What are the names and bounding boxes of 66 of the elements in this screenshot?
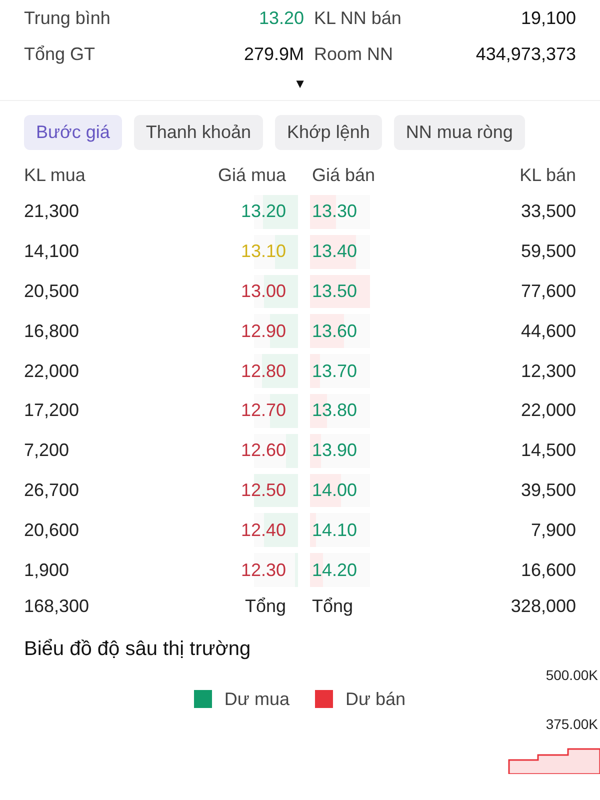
table-cell-text: 7,900: [530, 520, 576, 541]
stat-value: 19,100: [520, 8, 576, 28]
table-cell-text: 12.30: [240, 560, 286, 581]
table-cell-text: 12.60: [240, 440, 286, 462]
stat-value: 279.9M: [242, 44, 304, 64]
table-cell-text: 77,600: [520, 280, 576, 302]
table-cell-text: 22,000: [24, 360, 80, 382]
table-cell-text: 12.40: [240, 520, 286, 541]
table-cell-text: 22,000: [520, 400, 576, 422]
tab[interactable]: Bước giá: [24, 115, 122, 150]
chart-title: Biểu đồ độ sâu thị trường: [23, 636, 252, 661]
column-header: KL bán: [518, 164, 576, 186]
axis-label: 375.00K: [546, 716, 599, 732]
table-cell-text: 14.00: [311, 480, 358, 501]
expand-toggle[interactable]: ▼: [294, 76, 306, 90]
table-cell-text: 7,200: [24, 440, 70, 462]
table-cell-text: 26,700: [24, 480, 80, 501]
tab[interactable]: Thanh khoản: [134, 115, 263, 150]
stat-label: Trung bình: [24, 8, 112, 28]
axis-label: 500.00K: [546, 666, 599, 683]
tab[interactable]: NN mua ròng: [394, 115, 525, 150]
stat-label: KL NN bán: [313, 8, 402, 28]
tab[interactable]: Khớp lệnh: [274, 115, 382, 150]
table-cell-text: 21,300: [24, 201, 80, 222]
table-cell-text: 33,500: [520, 201, 576, 222]
table-cell-text: 14,500: [520, 440, 576, 462]
table-cell-text: 13.40: [311, 241, 358, 262]
table-cell-text: 20,600: [24, 520, 80, 541]
legend-label: Dư bán: [345, 688, 406, 710]
table-cell-text: 20,500: [24, 280, 80, 302]
table-cell-text: 13.20: [240, 201, 286, 222]
table-cell-text: 14,100: [24, 241, 80, 262]
total-label: Tổng: [311, 596, 354, 618]
stat-label: Room NN: [313, 44, 394, 64]
table-cell-text: 1,900: [24, 560, 70, 581]
table-cell-text: 13.10: [240, 241, 286, 262]
table-cell-text: 12.70: [240, 400, 286, 422]
table-cell-text: 13.00: [240, 280, 286, 302]
stat-value: 434,973,373: [474, 44, 576, 64]
table-cell-text: 12.50: [240, 480, 286, 501]
stat-value: 13.20: [258, 8, 304, 28]
table-cell-text: 13.50: [311, 280, 358, 302]
table-cell-text: 13.90: [311, 440, 358, 462]
table-cell-text: 14.10: [311, 520, 358, 541]
total-value: 328,000: [510, 596, 576, 618]
legend-label: Dư mua: [224, 688, 290, 710]
table-cell-text: 12,300: [520, 360, 576, 382]
table-cell-text: 12.90: [240, 320, 286, 342]
stat-label: Tổng GT: [24, 44, 96, 64]
table-cell-text: 44,600: [520, 320, 576, 342]
column-header: Giá mua: [216, 164, 286, 186]
table-cell-text: 17,200: [24, 400, 80, 422]
table-cell-text: 13.60: [311, 320, 358, 342]
table-cell-text: 12.80: [240, 360, 286, 382]
total-label: Tổng: [244, 596, 286, 618]
column-header: KL mua: [24, 164, 86, 186]
table-cell-text: 13.30: [311, 201, 358, 222]
table-cell-text: 59,500: [520, 241, 576, 262]
column-header: Giá bán: [311, 164, 376, 186]
total-value: 168,300: [24, 596, 90, 618]
table-cell-text: 14.20: [311, 560, 358, 581]
table-cell-text: 16,800: [24, 320, 80, 342]
table-cell-text: 39,500: [520, 480, 576, 501]
table-cell-text: 13.80: [311, 400, 358, 422]
table-cell-text: 13.70: [311, 360, 358, 382]
table-cell-text: 16,600: [520, 560, 576, 581]
